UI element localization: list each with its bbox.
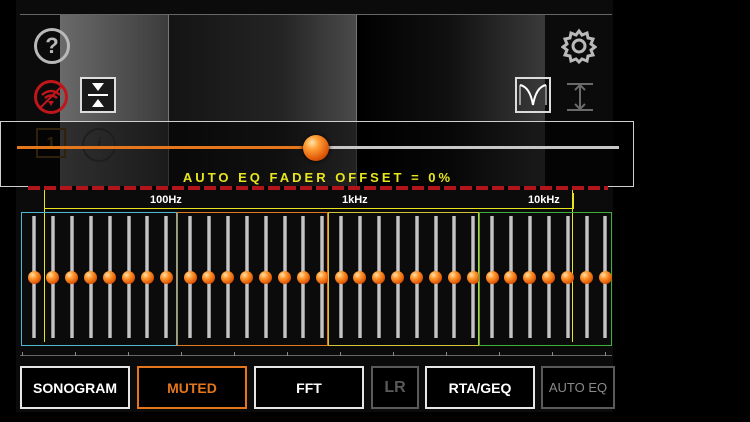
eq-fader-knob[interactable] [296, 270, 310, 284]
lr-button[interactable]: LR [371, 366, 419, 409]
eq-fader-knob[interactable] [183, 270, 197, 284]
eq-mode-icon[interactable] [80, 77, 116, 113]
gear-icon[interactable] [561, 28, 597, 64]
level-range-icon[interactable] [563, 80, 597, 114]
ruler-tick [552, 352, 553, 356]
ruler-tick [393, 352, 394, 356]
ruler-tick [234, 352, 235, 356]
wifi-slash-icon [40, 86, 62, 108]
ruler-tick [181, 352, 182, 356]
ruler-tick [128, 352, 129, 356]
eq-fader-knob[interactable] [84, 270, 98, 284]
freq-label-10khz: 10kHz [528, 194, 560, 206]
ruler-tick [287, 352, 288, 356]
offset-slider-knob[interactable] [303, 135, 330, 161]
muted-button[interactable]: MUTED [137, 366, 247, 409]
eq-fader-knob[interactable] [429, 270, 442, 284]
eq-fader-knob[interactable] [410, 270, 424, 284]
eq-fader-knob[interactable] [259, 270, 273, 284]
rta-geq-button[interactable]: RTA/GEQ [425, 366, 535, 409]
eq-fader-knob[interactable] [542, 270, 556, 284]
fft-button[interactable]: FFT [254, 366, 364, 409]
eq-fader-knob[interactable] [372, 270, 386, 284]
eq-fader-knob[interactable] [27, 270, 41, 284]
ruler-tick [75, 352, 76, 356]
eq-fader-knob[interactable] [122, 270, 135, 284]
eq-fader-knob[interactable] [353, 270, 367, 284]
eq-fader-knob[interactable] [504, 270, 518, 284]
eq-fader-knob[interactable] [159, 270, 173, 284]
eq-fader-knob[interactable] [46, 270, 60, 284]
eq-fader-knob[interactable] [466, 270, 480, 284]
offset-slider-fill [17, 146, 317, 149]
frequency-ruler [20, 350, 612, 356]
ruler-tick [340, 352, 341, 356]
ruler-tick [605, 352, 606, 356]
eq-fader-knob[interactable] [240, 270, 254, 284]
offset-label: AUTO EQ FADER OFFSET = 0% [182, 170, 454, 185]
help-icon[interactable]: ? [34, 28, 70, 64]
eq-fader-knob[interactable] [334, 270, 348, 284]
ruler-tick [22, 352, 23, 356]
eq-fader-knob[interactable] [485, 270, 499, 284]
frequency-bracket [44, 193, 574, 209]
ruler-tick [446, 352, 447, 356]
eq-fader-knob[interactable] [65, 270, 79, 284]
eq-fader-knob[interactable] [447, 270, 461, 284]
eq-fader-knob[interactable] [580, 270, 593, 284]
sonogram-button[interactable]: SONOGRAM [20, 366, 130, 409]
eq-fader-knob[interactable] [391, 270, 405, 284]
red-level-stripe [28, 186, 608, 190]
eq-fader-knob[interactable] [202, 270, 216, 284]
notch-icon [519, 84, 547, 106]
auto-eq-button[interactable]: AUTO EQ [541, 366, 615, 409]
eq-fader-knob[interactable] [315, 270, 329, 284]
mute-ear-icon[interactable] [34, 80, 68, 114]
eq-fader-knob[interactable] [103, 270, 117, 284]
arrows-in-icon [88, 83, 108, 107]
top-divider [20, 14, 612, 15]
eq-fader-knob[interactable] [523, 270, 537, 284]
eq-fader-knob[interactable] [561, 270, 575, 284]
eq-fader-knob[interactable] [598, 270, 612, 284]
filter-shape-icon[interactable] [515, 77, 551, 113]
fader-offset-popup: AUTO EQ FADER OFFSET = 0% [0, 121, 634, 187]
freq-label-100hz: 100Hz [150, 194, 182, 206]
offset-slider-track[interactable] [316, 146, 619, 149]
eq-fader-knob[interactable] [221, 270, 235, 284]
eq-fader-knob[interactable] [278, 270, 291, 284]
freq-label-1khz: 1kHz [342, 194, 368, 206]
ruler-tick [499, 352, 500, 356]
eq-fader-knob[interactable] [140, 270, 154, 284]
